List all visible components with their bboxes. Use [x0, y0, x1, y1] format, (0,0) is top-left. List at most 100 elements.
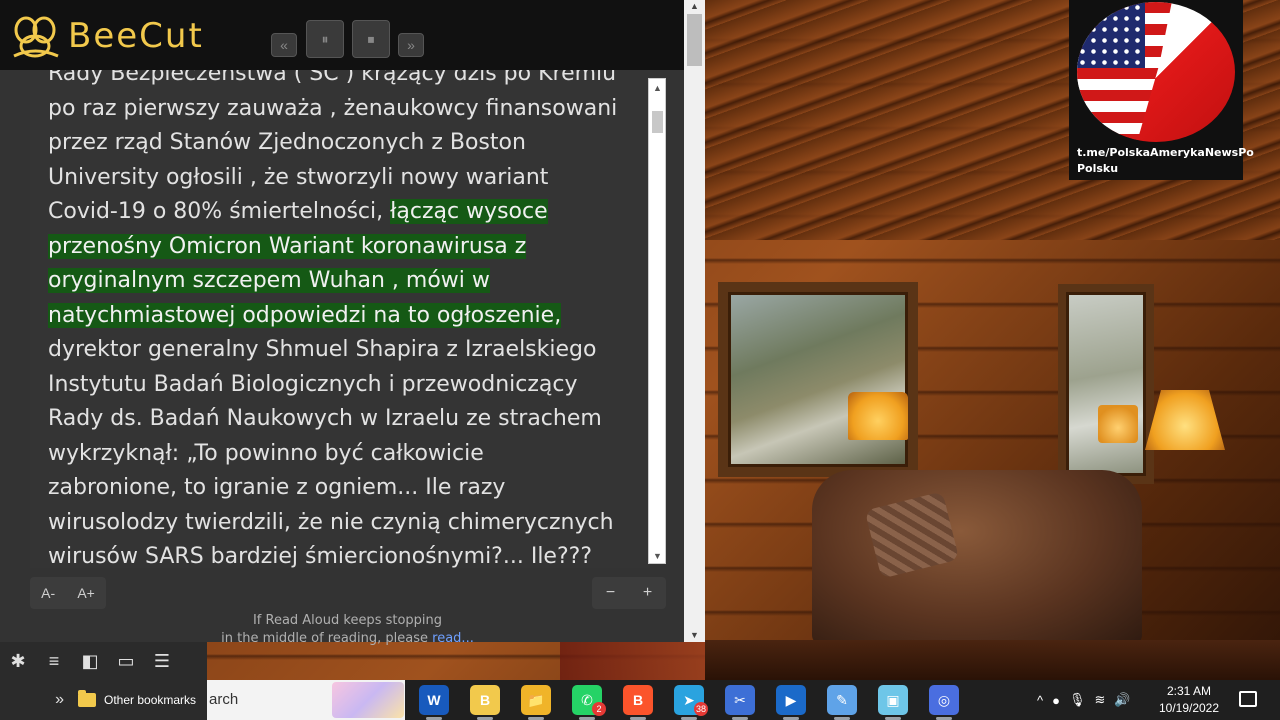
- reader-line: wykrzyknął: „To powinno być całkowicie: [48, 439, 484, 469]
- reader-line: przenośny Omicron Wariant koronawirusa z: [48, 232, 527, 262]
- text-scrollbar[interactable]: ▲ ▼: [648, 78, 666, 564]
- cabin-window-right: [1058, 284, 1154, 484]
- volume-icon[interactable]: 🔊: [1114, 692, 1130, 708]
- zoom-controls: − +: [592, 577, 666, 609]
- word-app[interactable]: W: [419, 685, 449, 715]
- browser-toolbar: ✱ ≡ ◧ ▭ ☰: [0, 642, 207, 680]
- reader-highlighted-text: oryginalnym szczepem Wuhan , mówi w: [48, 268, 490, 293]
- reader-line: Rady Bezpieczeństwa ( SC ) krążący dziś …: [48, 70, 616, 89]
- search-highlight-art: [332, 682, 404, 718]
- leather-sofa: [812, 470, 1142, 645]
- reader-line: University ogłosili , że stworzyli nowy …: [48, 163, 548, 193]
- notifications-icon[interactable]: [1239, 691, 1257, 707]
- chrome-app[interactable]: ◎: [929, 685, 959, 715]
- panel-scroll-down-icon[interactable]: ▼: [690, 630, 699, 640]
- panel-scrollbar-thumb[interactable]: [687, 14, 702, 66]
- reader-line-text: wykrzyknął: „To powinno być całkowicie: [48, 440, 484, 466]
- reader-line: wirusów SARS bardziej śmiercionośnymi?..…: [48, 542, 592, 568]
- reader-line: Covid-19 o 80% śmiertelności, łącząc wys…: [48, 197, 548, 227]
- clock-time: 2:31 AM: [1166, 684, 1212, 698]
- font-increase-button[interactable]: A+: [77, 585, 95, 601]
- reader-line-text: zabronione, to igranie z ogniem... Ile r…: [48, 475, 506, 500]
- media-app[interactable]: ▶: [776, 685, 806, 715]
- beecut-app[interactable]: B: [470, 685, 500, 715]
- lamp-left: [848, 392, 908, 440]
- stop-button[interactable]: ⏹: [352, 20, 390, 58]
- file-explorer-app[interactable]: 📁: [521, 685, 551, 715]
- pause-button[interactable]: ⏸: [306, 20, 344, 58]
- reader-line: dyrektor generalny Shmuel Shapira z Izra…: [48, 335, 596, 365]
- other-bookmarks-folder[interactable]: Other bookmarks: [104, 693, 196, 707]
- reader-line-text: przez rząd Stanów Zjednoczonych z Boston: [48, 130, 526, 155]
- channel-caption-line2: Polsku: [1077, 162, 1119, 175]
- read-aloud-notice: If Read Aloud keeps stopping in the midd…: [160, 612, 535, 648]
- screen: t.me/PolskaAmerykaNewsPo Polsku BeeCut «…: [0, 0, 1280, 720]
- reader-line-text: University ogłosili , że stworzyli nowy …: [48, 164, 549, 190]
- scroll-down-arrow-icon[interactable]: ▼: [653, 551, 662, 561]
- beecut-recorder-bar: BeeCut « ⏸ ⏹ »: [0, 0, 705, 70]
- menu-icon[interactable]: ☰: [144, 642, 180, 680]
- font-size-controls: A- A+: [30, 577, 106, 609]
- zoom-in-button[interactable]: +: [643, 584, 652, 602]
- panel-scroll-up-icon[interactable]: ▲: [690, 1, 699, 11]
- show-hidden-icons-icon[interactable]: ^: [1037, 693, 1043, 708]
- reader-line: natychmiastowej odpowiedzi na to ogłosze…: [48, 301, 562, 331]
- notification-badge: 38: [694, 702, 708, 716]
- text-scrollbar-thumb[interactable]: [652, 111, 663, 133]
- reader-line: zabronione, to igranie z ogniem... Ile r…: [48, 473, 505, 503]
- reader-line-text: Instytutu Badań Biologicznych i przewodn…: [48, 371, 578, 397]
- taskbar-clock[interactable]: 2:31 AM 10/19/2022: [1153, 683, 1225, 717]
- channel-caption: t.me/PolskaAmerykaNewsPo Polsku: [1077, 145, 1254, 177]
- reader-line: Instytutu Badań Biologicznych i przewodn…: [48, 370, 578, 400]
- read-aloud-panel: BeeCut « ⏸ ⏹ » Rady Bezpieczeństwa ( SC …: [0, 0, 705, 646]
- cabin-window-left: [718, 282, 918, 477]
- notification-badge: 2: [592, 702, 606, 716]
- notepad-app[interactable]: ✎: [827, 685, 857, 715]
- floor: [705, 640, 1280, 680]
- reader-line-text: dyrektor generalny Shmuel Shapira z Izra…: [48, 337, 597, 362]
- font-decrease-button[interactable]: A-: [41, 585, 55, 601]
- usa-poland-flag-icon: [1077, 2, 1235, 142]
- reader-line: wirusolodzy twierdzili, że nie czynią ch…: [48, 508, 614, 538]
- taskbar-search-text: arch: [209, 691, 239, 708]
- channel-badge: t.me/PolskaAmerykaNewsPo Polsku: [1069, 0, 1254, 180]
- notice-line2: in the middle of reading, please: [221, 631, 433, 646]
- channel-caption-line1: t.me/PolskaAmerykaNewsPo: [1077, 146, 1254, 159]
- norton-icon[interactable]: ●: [1052, 693, 1060, 708]
- reader-line-text: wirusolodzy twierdzili, że nie czynią ch…: [48, 509, 614, 535]
- bookmarks-bar: » Other bookmarks: [0, 680, 207, 720]
- sidebar-icon[interactable]: ◧: [72, 642, 108, 680]
- extensions-icon[interactable]: ✱: [0, 642, 36, 680]
- system-tray: ^ ● 🎙 ≋ 🔊: [1037, 680, 1140, 720]
- folder-icon: [78, 690, 96, 707]
- notice-line1: If Read Aloud keeps stopping: [252, 613, 443, 628]
- wallet-icon[interactable]: ▭: [108, 642, 144, 680]
- reader-highlighted-text: przenośny Omicron Wariant koronawirusa z: [48, 233, 527, 259]
- reader-line: Rady ds. Badań Naukowych w Izraelu ze st…: [48, 404, 602, 434]
- windows-taskbar: arch W B 📁 ✆ 2 B ➤ 38 ✂ ▶ ✎ ▣ ◎ ^ ● 🎙 ≋ 🔊 2:31 AM 10…: [207, 680, 1280, 720]
- microphone-icon[interactable]: 🎙: [1069, 692, 1086, 708]
- scroll-up-arrow-icon[interactable]: ▲: [653, 83, 662, 93]
- panel-scrollbar[interactable]: ▲ ▼: [684, 0, 705, 642]
- reader-highlighted-text: natychmiastowej odpowiedzi na to ogłosze…: [48, 302, 562, 328]
- reading-list-icon[interactable]: ≡: [36, 642, 72, 680]
- reader-line-text: po raz pierwszy zauważa , żenaukowcy fin…: [48, 95, 618, 121]
- wifi-icon[interactable]: ≋: [1094, 692, 1105, 708]
- reader-highlighted-text: łącząc wysoce: [390, 199, 548, 224]
- beecut-title: BeeCut: [68, 16, 204, 56]
- notice-read-link[interactable]: read...: [432, 631, 474, 646]
- snip-app[interactable]: ✂: [725, 685, 755, 715]
- brave-app[interactable]: B: [623, 685, 653, 715]
- taskbar-search-box[interactable]: arch: [207, 680, 405, 720]
- paint-app[interactable]: ▣: [878, 685, 908, 715]
- rewind-button[interactable]: «: [271, 33, 297, 57]
- reader-line-text: wirusów SARS bardziej śmiercionośnymi?..…: [48, 544, 592, 568]
- forward-button[interactable]: »: [398, 33, 424, 57]
- zoom-out-button[interactable]: −: [606, 584, 615, 602]
- reader-line-text: Covid-19 o 80% śmiertelności,: [48, 199, 391, 224]
- clock-date: 10/19/2022: [1158, 701, 1220, 715]
- lamp-middle: [1098, 405, 1138, 443]
- bookmarks-overflow-chevron-icon[interactable]: »: [0, 691, 78, 709]
- reading-text-area[interactable]: Rady Bezpieczeństwa ( SC ) krążący dziś …: [30, 70, 650, 568]
- reader-line: oryginalnym szczepem Wuhan , mówi w: [48, 266, 490, 296]
